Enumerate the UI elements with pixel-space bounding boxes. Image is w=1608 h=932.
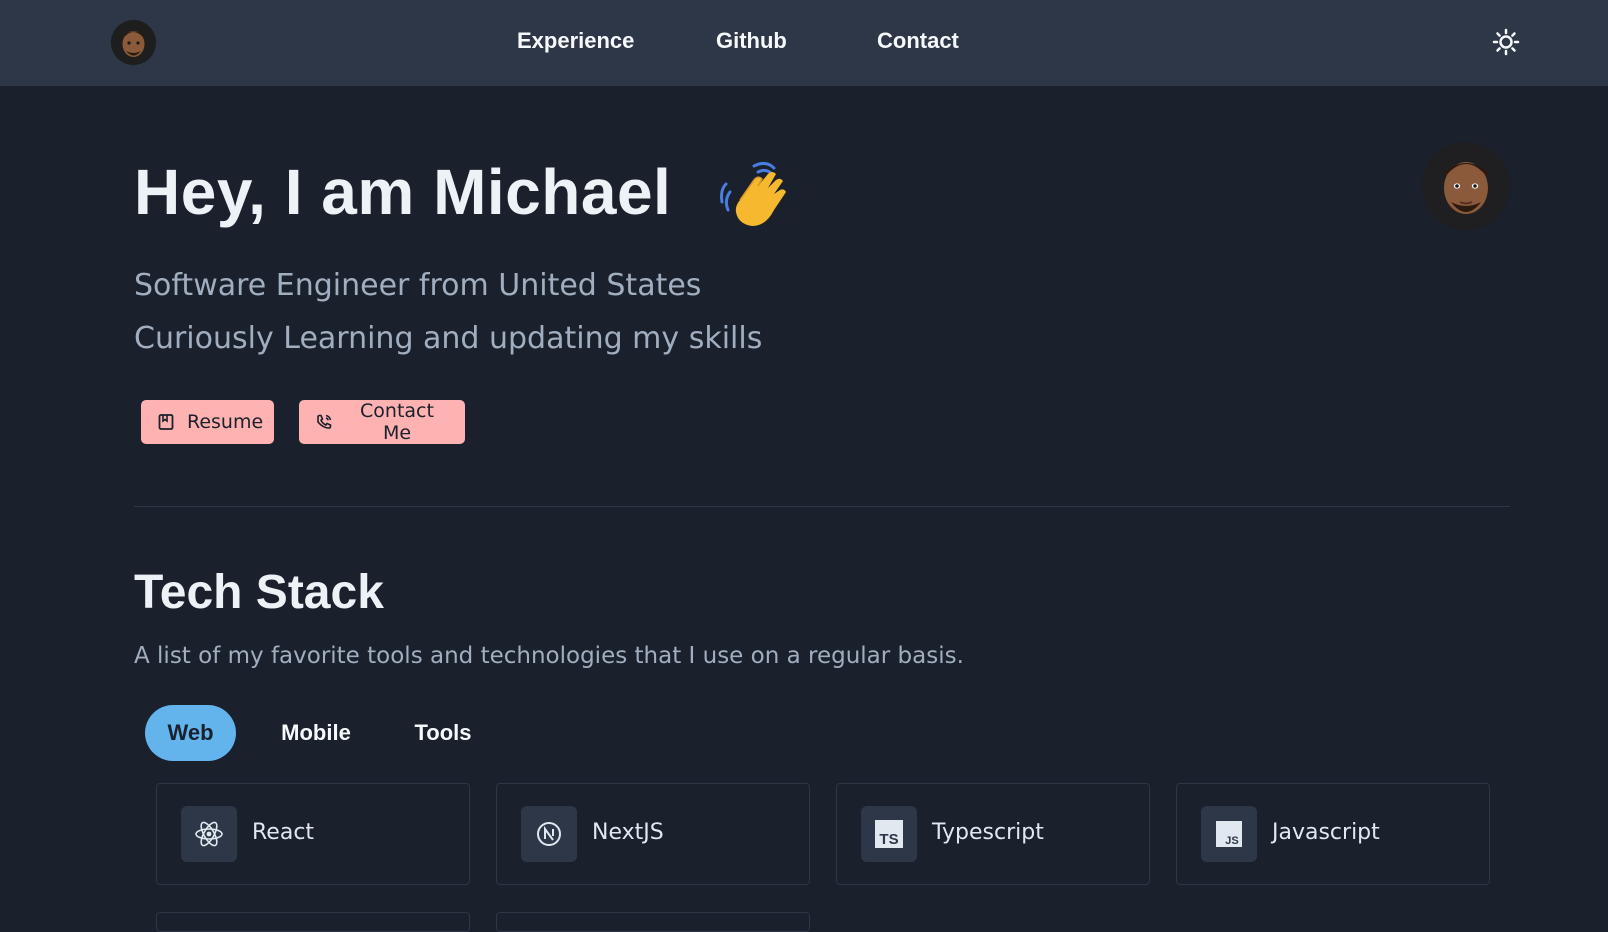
tech-stack-title: Tech Stack — [134, 566, 384, 619]
resume-button-label: Resume — [187, 411, 264, 433]
resume-button[interactable]: Resume — [141, 400, 274, 444]
tech-card-nextjs[interactable]: NextJS — [496, 783, 810, 885]
memoji-avatar-icon — [1422, 142, 1510, 230]
section-divider — [134, 506, 1510, 507]
nav-links: Experience Github Contact — [0, 0, 1608, 86]
tech-card-label: React — [252, 820, 315, 845]
bookmark-book-icon — [157, 413, 175, 431]
tech-card-javascript[interactable]: JS Javascript — [1176, 783, 1490, 885]
nav-link-contact[interactable]: Contact — [877, 28, 959, 54]
tab-mobile[interactable]: Mobile — [270, 705, 362, 761]
tech-card-label: Typescript — [932, 820, 1044, 845]
nextjs-icon — [521, 806, 577, 862]
tab-web[interactable]: Web — [145, 705, 236, 761]
javascript-icon: JS — [1201, 806, 1257, 862]
navbar: Experience Github Contact — [0, 0, 1608, 86]
tech-card-partial — [496, 912, 810, 932]
contact-me-button[interactable]: Contact Me — [299, 400, 465, 444]
typescript-icon: TS — [861, 806, 917, 862]
tab-tools[interactable]: Tools — [398, 705, 488, 761]
tech-card-partial — [156, 912, 470, 932]
react-icon — [181, 806, 237, 862]
tech-card-label: NextJS — [592, 820, 664, 845]
tech-card-label: Javascript — [1272, 820, 1380, 845]
nav-link-experience[interactable]: Experience — [517, 28, 634, 54]
tech-card-react[interactable]: React — [156, 783, 470, 885]
tech-card-typescript[interactable]: TS Typescript — [836, 783, 1150, 885]
sun-icon[interactable] — [1492, 28, 1520, 56]
svg-text:JS: JS — [1225, 835, 1238, 847]
phone-call-icon — [315, 413, 333, 431]
waving-hand-icon — [718, 160, 798, 234]
hero-subtitle-learning: Curiously Learning and updating my skill… — [134, 321, 763, 356]
tech-stack-description: A list of my favorite tools and technolo… — [134, 643, 964, 669]
svg-text:TS: TS — [879, 831, 898, 848]
nav-link-github[interactable]: Github — [716, 28, 787, 54]
contact-me-button-label: Contact Me — [360, 400, 434, 444]
hero-title: Hey, I am Michael — [134, 156, 672, 228]
hero-subtitle-role: Software Engineer from United States — [134, 268, 702, 303]
